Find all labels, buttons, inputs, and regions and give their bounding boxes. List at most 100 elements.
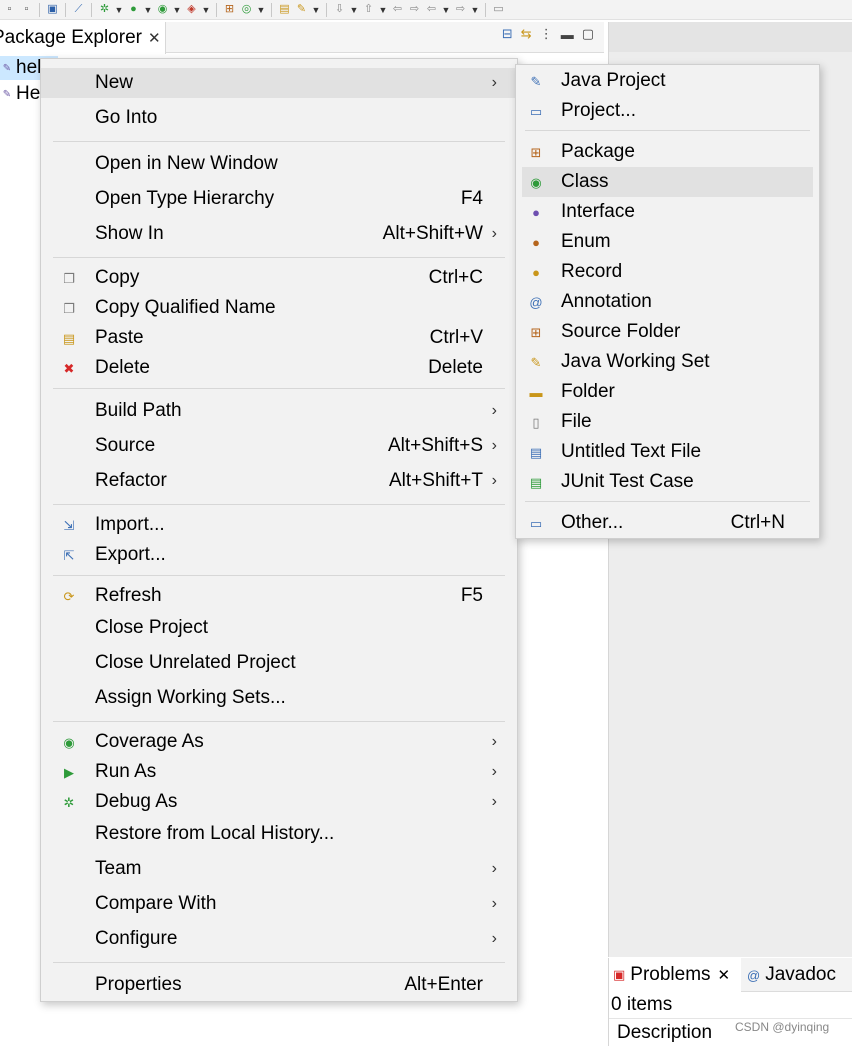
menu-item-run-as[interactable]: ▶ Run As › (41, 757, 517, 787)
collapse-all-icon[interactable]: ⊟ (502, 26, 513, 42)
menu-item-refactor[interactable]: Refactor Alt+Shift+T › (41, 466, 517, 496)
menu-separator (53, 721, 505, 722)
submenu-item-java-project[interactable]: ✎ Java Project (516, 66, 819, 96)
submenu-item-annotation[interactable]: @ Annotation (516, 287, 819, 317)
next-annotation-icon[interactable]: ⇩ (332, 3, 347, 17)
menu-item-properties[interactable]: Properties Alt+Enter (41, 970, 517, 1000)
menu-item-label: Compare With (95, 893, 217, 914)
debug-icon[interactable]: ✲ (97, 3, 112, 17)
chevron-down-icon[interactable]: ▼ (378, 5, 388, 15)
menu-item-coverage-as[interactable]: ◉ Coverage As › (41, 727, 517, 757)
toolbar-separator (326, 2, 327, 17)
menu-item-refresh[interactable]: ⟳ Refresh F5 (41, 581, 517, 611)
menu-item-debug-as[interactable]: ✲ Debug As › (41, 787, 517, 817)
menu-item-label: Package (561, 141, 635, 162)
chevron-down-icon[interactable]: ▼ (201, 5, 211, 15)
menu-item-close-project[interactable]: Close Project (41, 613, 517, 643)
chevron-down-icon[interactable]: ▼ (256, 5, 266, 15)
menu-item-new[interactable]: New › (41, 68, 517, 98)
menu-item-shortcut: Ctrl+C (428, 267, 483, 288)
tree-item-label: He (16, 83, 41, 104)
menu-item-assign-working-sets[interactable]: Assign Working Sets... (41, 683, 517, 713)
back-icon[interactable]: ⇨ (407, 3, 422, 17)
tree-item-project[interactable]: ✎ He (0, 82, 41, 106)
menu-item-build-path[interactable]: Build Path › (41, 396, 517, 426)
menu-item-show-in[interactable]: Show In Alt+Shift+W › (41, 219, 517, 249)
menu-item-restore-from-local-history[interactable]: Restore from Local History... (41, 819, 517, 849)
submenu-item-file[interactable]: ▯ File (516, 407, 819, 437)
interface-icon: ● (532, 204, 540, 220)
menu-item-import[interactable]: ⇲ Import... (41, 510, 517, 540)
menu-item-delete[interactable]: ✖ Delete Delete (41, 353, 517, 383)
source-folder-icon: ⊞ (530, 324, 542, 340)
submenu-item-interface[interactable]: ● Interface (516, 197, 819, 227)
save-all-icon[interactable]: ▫ (19, 3, 34, 17)
submenu-item-source-folder[interactable]: ⊞ Source Folder (516, 317, 819, 347)
close-icon[interactable]: ✕ (718, 966, 731, 984)
chevron-down-icon[interactable]: ▼ (311, 5, 321, 15)
menu-item-configure[interactable]: Configure › (41, 924, 517, 954)
view-menu-icon[interactable]: ⋮ (540, 26, 553, 42)
menu-item-copy[interactable]: ❐ Copy Ctrl+C (41, 263, 517, 293)
toolbar-separator (39, 2, 40, 17)
submenu-item-folder[interactable]: ▬ Folder (516, 377, 819, 407)
open-type-icon[interactable]: ▤ (277, 3, 292, 17)
last-edit-icon[interactable]: ⇦ (390, 3, 405, 17)
prev-annotation-icon[interactable]: ⇧ (361, 3, 376, 17)
toolbar-separator (91, 2, 92, 17)
coverage-icon[interactable]: ◉ (155, 3, 170, 17)
submenu-item-package[interactable]: ⊞ Package (516, 137, 819, 167)
chevron-down-icon[interactable]: ▼ (114, 5, 124, 15)
forward-icon[interactable]: ⇨ (453, 3, 468, 17)
toolbar-separator (216, 2, 217, 17)
import-icon: ⇲ (63, 517, 75, 533)
tab-package-explorer[interactable]: Package Explorer ✕ (0, 22, 166, 54)
new-java-package-icon[interactable]: ⊞ (222, 3, 237, 17)
back-nav-icon[interactable]: ⇦ (424, 3, 439, 17)
pin-editor-icon[interactable]: ▭ (491, 3, 506, 17)
skip-breakpoints-icon[interactable]: ⟋ (71, 3, 86, 17)
tab-problems[interactable]: ▣ Problems ✕ (609, 958, 741, 992)
save-icon[interactable]: ▫ (2, 3, 17, 17)
submenu-item-project[interactable]: ▭ Project... (516, 96, 819, 126)
external-tools-icon[interactable]: ◈ (184, 3, 199, 17)
menu-item-close-unrelated-project[interactable]: Close Unrelated Project (41, 648, 517, 678)
chevron-down-icon[interactable]: ▼ (143, 5, 153, 15)
menu-item-open-type-hierarchy[interactable]: Open Type Hierarchy F4 (41, 184, 517, 214)
package-icon: ⊞ (530, 144, 542, 160)
menu-item-copy-qualified-name[interactable]: ❐ Copy Qualified Name (41, 293, 517, 323)
chevron-down-icon[interactable]: ▼ (441, 5, 451, 15)
run-icon[interactable]: ● (126, 3, 141, 17)
submenu-item-java-working-set[interactable]: ✎ Java Working Set (516, 347, 819, 377)
menu-item-label: Go Into (95, 107, 158, 128)
folder-icon: ▬ (529, 384, 543, 400)
chevron-down-icon[interactable]: ▼ (172, 5, 182, 15)
menu-item-paste[interactable]: ▤ Paste Ctrl+V (41, 323, 517, 353)
chevron-down-icon[interactable]: ▼ (470, 5, 480, 15)
menu-item-export[interactable]: ⇱ Export... (41, 540, 517, 570)
menu-item-compare-with[interactable]: Compare With › (41, 889, 517, 919)
menu-item-team[interactable]: Team › (41, 854, 517, 884)
delete-icon: ✖ (63, 360, 75, 376)
maximize-icon[interactable]: ▢ (582, 26, 594, 42)
close-icon[interactable]: ✕ (148, 29, 161, 47)
chevron-down-icon[interactable]: ▼ (349, 5, 359, 15)
tab-label: Javadoc (765, 964, 836, 985)
chevron-right-icon: › (491, 860, 497, 877)
menu-item-source[interactable]: Source Alt+Shift+S › (41, 431, 517, 461)
minimize-icon[interactable]: ▬ (561, 27, 574, 42)
link-with-editor-icon[interactable]: ⇆ (521, 26, 532, 42)
search-icon[interactable]: ✎ (294, 3, 309, 17)
submenu-item-record[interactable]: ● Record (516, 257, 819, 287)
submenu-item-enum[interactable]: ● Enum (516, 227, 819, 257)
menu-item-go-into[interactable]: Go Into (41, 103, 517, 133)
terminal-icon[interactable]: ▣ (45, 3, 60, 17)
submenu-item-class[interactable]: ◉ Class (522, 167, 813, 197)
new-java-class-icon[interactable]: ◎ (239, 3, 254, 17)
menu-item-open-in-new-window[interactable]: Open in New Window (41, 149, 517, 179)
toolbar-separator (65, 2, 66, 17)
tab-javadoc[interactable]: @ Javadoc (747, 958, 847, 992)
submenu-item-untitled-text-file[interactable]: ▤ Untitled Text File (516, 437, 819, 467)
submenu-item-junit-test-case[interactable]: ▤ JUnit Test Case (516, 467, 819, 497)
submenu-item-other[interactable]: ▭ Other... Ctrl+N (516, 508, 819, 538)
